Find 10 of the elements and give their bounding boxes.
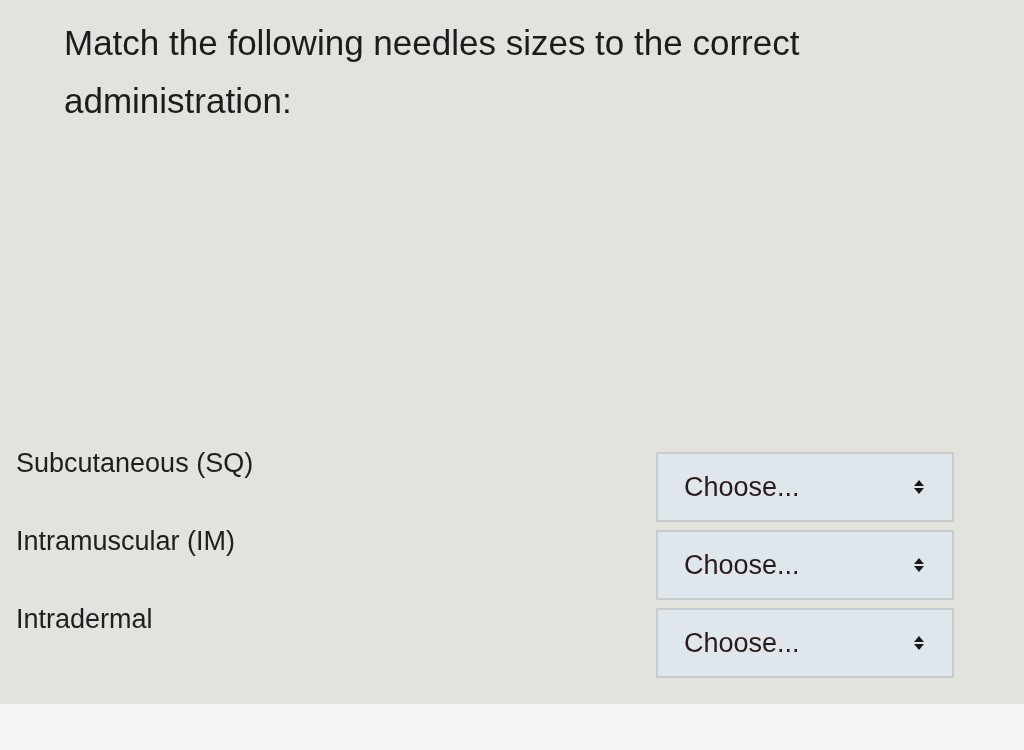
up-down-caret-icon [914, 480, 924, 494]
match-label: Intradermal [16, 603, 153, 636]
dropdown[interactable]: Choose... [656, 530, 954, 600]
dropdown[interactable]: Choose... [656, 608, 954, 678]
up-down-caret-icon [914, 636, 924, 650]
match-label: Intramuscular (IM) [16, 525, 236, 558]
match-label: Subcutaneous (SQ) [16, 447, 254, 480]
up-down-caret-icon [914, 558, 924, 572]
dropdown[interactable]: Choose... [656, 452, 954, 522]
question-text: Match the following needles sizes to the correct administration: [64, 22, 801, 122]
